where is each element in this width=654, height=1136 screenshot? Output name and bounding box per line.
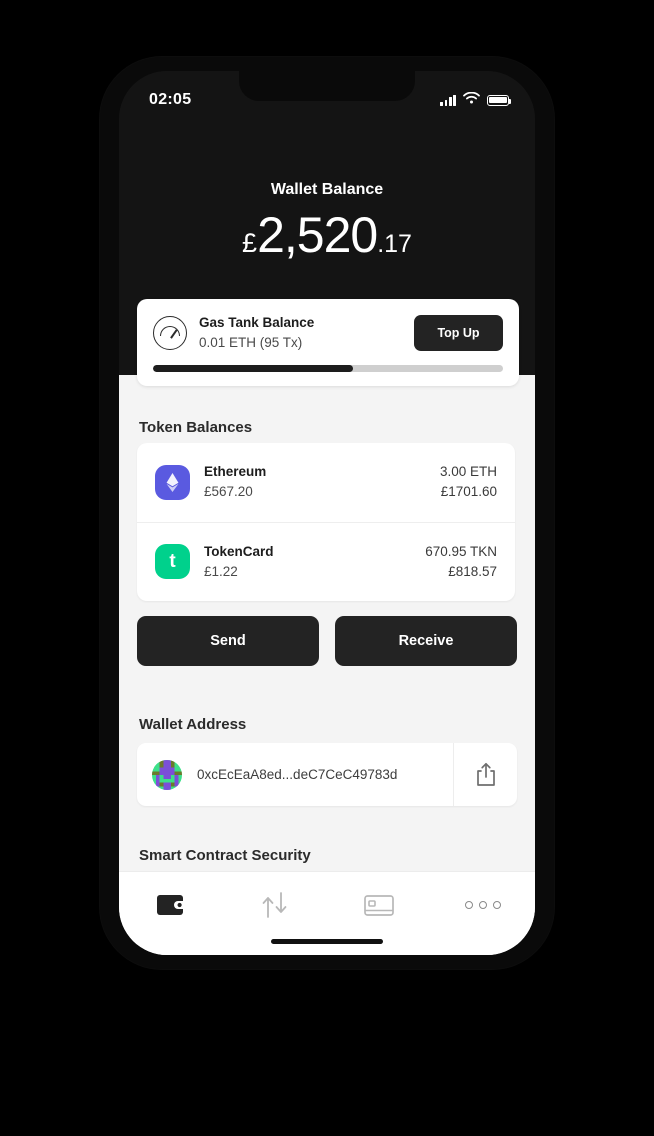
token-balances-heading: Token Balances [139, 419, 253, 436]
token-value-group: 3.00 ETH £1701.60 [440, 462, 497, 503]
token-fiat-value: £1701.60 [440, 484, 497, 500]
wallet-address-value: 0xcEcEaA8ed...deC7CeC49783d [197, 767, 398, 782]
tokencard-glyph: t [169, 551, 176, 573]
gas-tank-title: Gas Tank Balance [199, 315, 315, 330]
send-button[interactable]: Send [137, 616, 319, 666]
token-balances-card: Ethereum £567.20 3.00 ETH £1701.60 t Tok… [137, 443, 515, 601]
wallet-address-heading: Wallet Address [139, 716, 247, 733]
gauge-icon [153, 315, 187, 350]
tab-card[interactable] [327, 888, 431, 922]
top-up-button[interactable]: Top Up [414, 314, 503, 351]
tab-transactions[interactable] [223, 888, 327, 922]
token-name-group: TokenCard £1.22 [204, 542, 425, 583]
battery-full-icon [487, 94, 512, 106]
wallet-address-field[interactable]: 0xcEcEaA8ed...deC7CeC49783d [137, 743, 453, 806]
token-price: £567.20 [204, 484, 253, 500]
share-icon[interactable] [453, 743, 517, 806]
signal-bars-icon [440, 94, 456, 106]
wallet-icon [157, 895, 183, 915]
more-dots-icon [465, 901, 501, 909]
smart-contract-security-heading: Smart Contract Security [139, 847, 311, 864]
token-amount: 3.00 ETH [439, 464, 497, 479]
table-row[interactable]: t TokenCard £1.22 670.95 TKN £818.57 [137, 521, 515, 602]
gas-tank-subtitle: 0.01 ETH (95 Tx) [199, 334, 303, 350]
card-icon [364, 895, 394, 916]
home-indicator [271, 939, 383, 944]
wifi-icon [463, 91, 480, 109]
token-value-group: 670.95 TKN £818.57 [425, 542, 497, 583]
status-bar: 02:05 [119, 71, 535, 117]
wallet-address-card: 0xcEcEaA8ed...deC7CeC49783d [137, 743, 517, 806]
token-amount: 670.95 TKN [425, 543, 497, 559]
gas-tank-progress-bar [153, 365, 503, 373]
gas-tank-progress-fill [153, 365, 353, 373]
token-name-group: Ethereum £567.20 [204, 462, 440, 503]
token-name: TokenCard [204, 543, 274, 559]
scroll-content: Gas Tank Balance 0.01 ETH (95 Tx) Top Up… [119, 71, 535, 955]
gas-tank-text: Gas Tank Balance 0.01 ETH (95 Tx) [199, 313, 414, 352]
status-icons [440, 91, 512, 109]
transfer-arrows-icon [262, 892, 287, 918]
gas-tank-card[interactable]: Gas Tank Balance 0.01 ETH (95 Tx) Top Up [137, 299, 519, 387]
token-name: Ethereum [204, 464, 267, 479]
status-time: 02:05 [149, 91, 192, 108]
phone-screen: 02:05 Wallet Balance £2,520.17 Gas Tank … [119, 71, 535, 955]
tab-more[interactable] [431, 888, 535, 922]
action-buttons: Send Receive [137, 616, 517, 666]
table-row[interactable]: Ethereum £567.20 3.00 ETH £1701.60 [137, 443, 515, 522]
tokencard-icon: t [155, 544, 190, 580]
ethereum-icon [155, 464, 190, 500]
gas-tank-header: Gas Tank Balance 0.01 ETH (95 Tx) Top Up [153, 313, 503, 352]
receive-button[interactable]: Receive [335, 616, 517, 666]
blockie-identicon [152, 759, 182, 790]
tab-wallet[interactable] [119, 888, 223, 922]
token-fiat-value: £818.57 [448, 563, 497, 579]
token-price: £1.22 [204, 563, 238, 579]
